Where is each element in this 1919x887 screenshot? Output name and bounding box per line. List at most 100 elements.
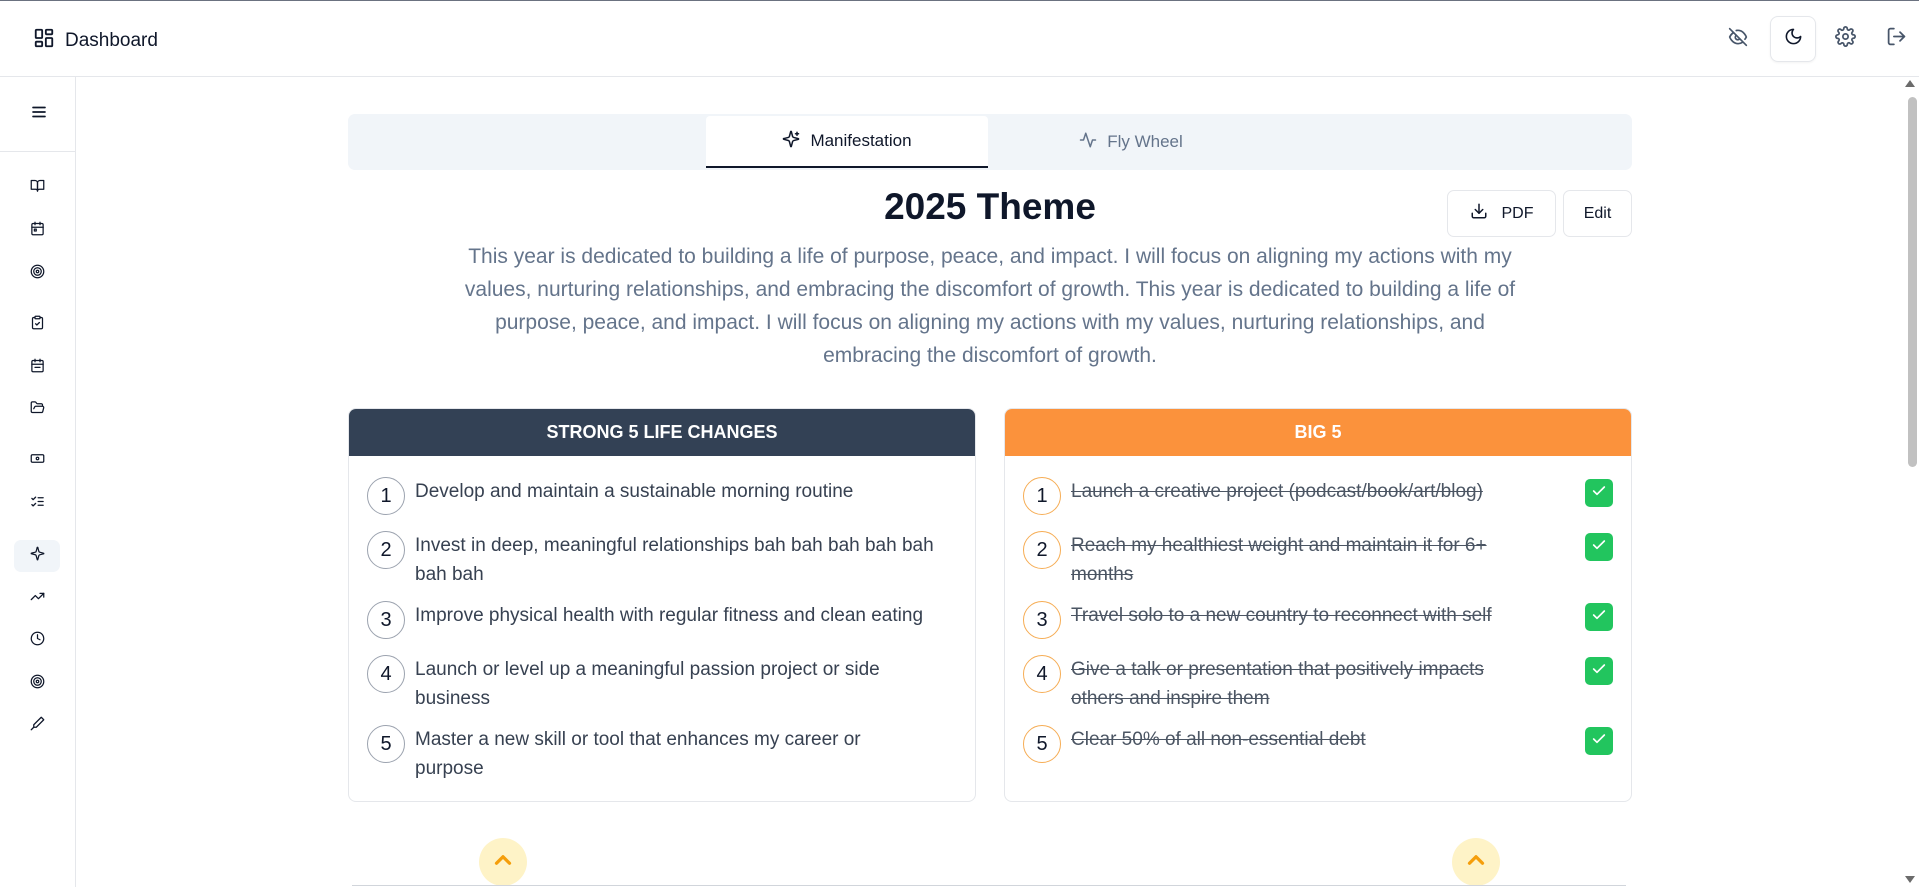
completed-checkbox[interactable]: [1585, 479, 1613, 507]
check-icon: [1591, 661, 1607, 682]
strong5-card: STRONG 5 LIFE CHANGES 1 Develop and main…: [348, 408, 976, 802]
pen-tool-icon: [30, 716, 45, 736]
item-number: 5: [367, 725, 405, 763]
collapse-big5-button[interactable]: [1452, 838, 1500, 886]
edit-label: Edit: [1583, 204, 1612, 222]
completed-checkbox[interactable]: [1585, 603, 1613, 631]
clock-icon: [30, 631, 45, 651]
edit-button[interactable]: Edit: [1563, 190, 1632, 237]
sidebar-item-time[interactable]: [14, 625, 60, 657]
sidebar-item-files[interactable]: [14, 394, 60, 426]
chevron-up-icon: [490, 847, 516, 878]
target-icon: [30, 264, 45, 284]
gear-icon: [1834, 26, 1856, 52]
settings-button[interactable]: [1822, 16, 1868, 62]
item-text: Develop and maintain a sustainable morni…: [415, 481, 854, 502]
eye-off-icon: [1728, 27, 1748, 52]
item-number: 4: [1023, 655, 1061, 693]
view-tabs: Manifestation Fly Wheel: [348, 114, 1632, 170]
chevron-up-icon: [1463, 847, 1489, 878]
sidebar-item-checklist[interactable]: [14, 488, 60, 520]
calendar-days-icon: [30, 358, 45, 378]
logout-button[interactable]: [1873, 16, 1919, 62]
menu-toggle-button[interactable]: [24, 99, 54, 129]
item-text: Reach my healthiest weight and maintain …: [1071, 535, 1487, 585]
tab-fly-wheel[interactable]: Fly Wheel: [990, 116, 1272, 168]
item-text: Invest in deep, meaningful relationships…: [415, 535, 934, 585]
list-item: 2 Invest in deep, meaningful relationshi…: [367, 531, 957, 589]
big5-header: BIG 5: [1005, 409, 1631, 456]
logout-icon: [1886, 26, 1907, 52]
activity-icon: [1079, 131, 1097, 154]
pdf-label: PDF: [1501, 204, 1534, 222]
list-item: 1 Launch a creative project (podcast/boo…: [1023, 477, 1613, 515]
sidebar-item-design[interactable]: [14, 710, 60, 742]
hamburger-menu-icon: [30, 103, 48, 126]
item-number: 2: [367, 531, 405, 569]
list-item: 4 Launch or level up a meaningful passio…: [367, 655, 957, 713]
scroll-up-arrow-icon[interactable]: [1905, 80, 1915, 87]
item-text: Launch a creative project (podcast/book/…: [1071, 481, 1483, 502]
clipboard-check-icon: [30, 315, 45, 335]
moon-icon: [1784, 27, 1803, 51]
list-item: 5 Master a new skill or tool that enhanc…: [367, 725, 957, 783]
target-icon: [30, 674, 45, 694]
theme-description: This year is dedicated to building a lif…: [464, 245, 1516, 367]
scrollbar-thumb[interactable]: [1908, 97, 1917, 467]
item-text: Launch or level up a meaningful passion …: [415, 659, 880, 709]
sidebar-item-tasks[interactable]: [14, 309, 60, 341]
item-number: 3: [1023, 601, 1061, 639]
calendar-icon: [30, 221, 45, 241]
sidebar-item-tickets[interactable]: [14, 445, 60, 477]
check-icon: [1591, 483, 1607, 504]
page-title: 2025 Theme: [884, 186, 1096, 227]
item-number: 1: [367, 477, 405, 515]
sidebar-item-growth[interactable]: [14, 583, 60, 615]
strong5-header: STRONG 5 LIFE CHANGES: [349, 409, 975, 456]
item-text: Improve physical health with regular fit…: [415, 605, 924, 626]
folder-open-icon: [30, 400, 45, 420]
top-bar: Dashboard: [0, 0, 1919, 77]
big5-card: BIG 5 1 Launch a creative project (podca…: [1004, 408, 1632, 802]
ticket-icon: [30, 451, 45, 471]
check-icon: [1591, 731, 1607, 752]
list-item: 4 Give a talk or presentation that posit…: [1023, 655, 1613, 713]
theme-toggle-button[interactable]: [1770, 16, 1816, 62]
brand[interactable]: Dashboard: [33, 27, 158, 54]
sparkles-icon: [30, 546, 45, 566]
layout-grid-icon: [33, 27, 55, 54]
sidebar-item-journal[interactable]: [14, 172, 60, 204]
item-number: 1: [1023, 477, 1061, 515]
check-icon: [1591, 537, 1607, 558]
list-checks-icon: [30, 494, 45, 514]
tab-manifestation[interactable]: Manifestation: [706, 116, 988, 168]
item-number: 3: [367, 601, 405, 639]
hide-values-button[interactable]: [1715, 16, 1761, 62]
item-text: Travel solo to a new country to reconnec…: [1071, 605, 1492, 626]
sidebar-divider: [0, 151, 76, 152]
collapse-strong5-button[interactable]: [479, 838, 527, 886]
completed-checkbox[interactable]: [1585, 533, 1613, 561]
item-number: 2: [1023, 531, 1061, 569]
completed-checkbox[interactable]: [1585, 727, 1613, 755]
list-item: 3 Improve physical health with regular f…: [367, 601, 957, 639]
list-item: 2 Reach my healthiest weight and maintai…: [1023, 531, 1613, 589]
item-text: Master a new skill or tool that enhances…: [415, 729, 861, 779]
book-open-icon: [30, 178, 45, 198]
trending-up-icon: [30, 589, 45, 609]
item-text: Give a talk or presentation that positiv…: [1071, 659, 1484, 709]
sidebar-item-manifestation[interactable]: [14, 540, 60, 572]
sidebar-item-calendar[interactable]: [14, 215, 60, 247]
sidebar-item-goals[interactable]: [14, 258, 60, 290]
completed-checkbox[interactable]: [1585, 657, 1613, 685]
app-title: Dashboard: [65, 29, 158, 51]
pdf-download-button[interactable]: PDF: [1447, 190, 1556, 237]
check-icon: [1591, 607, 1607, 628]
sidebar-item-schedule[interactable]: [14, 352, 60, 384]
tab-label: Manifestation: [810, 131, 912, 150]
list-item: 5 Clear 50% of all non-essential debt: [1023, 725, 1613, 763]
list-item: 3 Travel solo to a new country to reconn…: [1023, 601, 1613, 639]
scroll-down-arrow-icon[interactable]: [1905, 876, 1915, 883]
sidebar-item-focus[interactable]: [14, 668, 60, 700]
item-number: 4: [367, 655, 405, 693]
